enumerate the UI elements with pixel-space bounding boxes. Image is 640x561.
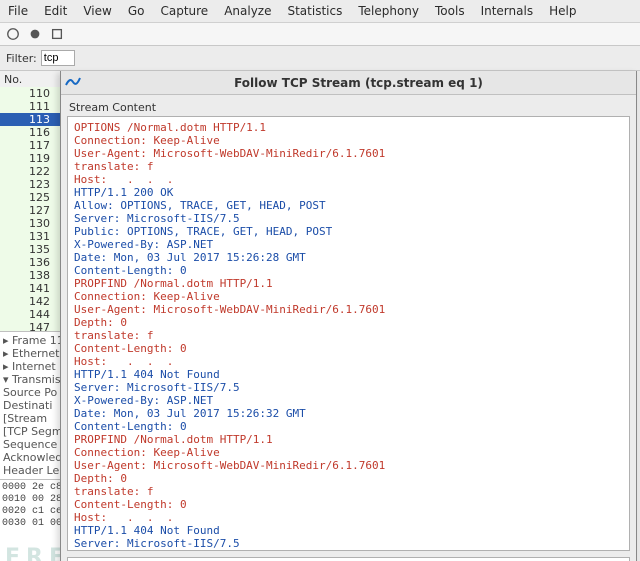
menu-internals[interactable]: Internals [479, 2, 536, 20]
wireshark-icon [65, 73, 81, 92]
packet-row[interactable]: 141 [0, 282, 60, 295]
filter-input[interactable] [41, 50, 75, 66]
toolbar-btn-1[interactable] [4, 25, 22, 43]
menu-edit[interactable]: Edit [42, 2, 69, 20]
filter-label: Filter: [6, 52, 37, 65]
packet-row[interactable]: 123 [0, 178, 60, 191]
menu-capture[interactable]: Capture [158, 2, 210, 20]
stream-segment: PROPFIND /Normal.dotm HTTP/1.1 Connectio… [74, 277, 623, 368]
packet-row[interactable]: 131 [0, 230, 60, 243]
menu-view[interactable]: View [81, 2, 113, 20]
main-toolbar [0, 23, 640, 46]
stream-content-label: Stream Content [67, 97, 630, 116]
toolbar-btn-2[interactable] [26, 25, 44, 43]
filter-row: Filter: [0, 46, 640, 71]
packet-row[interactable]: 116 [0, 126, 60, 139]
stream-segment: HTTP/1.1 200 OK Allow: OPTIONS, TRACE, G… [74, 186, 623, 277]
stream-segment: HTTP/1.1 404 Not Found Server: Microsoft… [74, 368, 623, 433]
menu-analyze[interactable]: Analyze [222, 2, 273, 20]
packet-row[interactable]: 117 [0, 139, 60, 152]
stream-text[interactable]: OPTIONS /Normal.dotm HTTP/1.1 Connection… [67, 116, 630, 551]
menu-tools[interactable]: Tools [433, 2, 467, 20]
packet-row[interactable]: 138 [0, 269, 60, 282]
menu-telephony[interactable]: Telephony [356, 2, 421, 20]
menu-go[interactable]: Go [126, 2, 147, 20]
dialog-title: Follow TCP Stream (tcp.stream eq 1) [85, 76, 632, 90]
stream-segment: PROPFIND /Normal.dotm HTTP/1.1 Connectio… [74, 433, 623, 524]
packet-row[interactable]: 144 [0, 308, 60, 321]
packet-row[interactable]: 127 [0, 204, 60, 217]
conversation-select[interactable]: Entire conversation (2750 bytes) ▾ [67, 557, 630, 561]
menubar: File Edit View Go Capture Analyze Statistics Te… [0, 0, 640, 23]
packet-row[interactable]: 111 [0, 100, 60, 113]
toolbar-btn-3[interactable] [48, 25, 66, 43]
packet-row[interactable]: 135 [0, 243, 60, 256]
menu-file[interactable]: File [6, 2, 30, 20]
packet-row[interactable]: 110 [0, 87, 60, 100]
packet-row[interactable]: 113 [0, 113, 60, 126]
packet-row[interactable]: 130 [0, 217, 60, 230]
follow-tcp-dialog: Follow TCP Stream (tcp.stream eq 1) Stre… [60, 71, 637, 561]
packet-row[interactable]: 136 [0, 256, 60, 269]
packet-row[interactable]: 142 [0, 295, 60, 308]
dialog-titlebar[interactable]: Follow TCP Stream (tcp.stream eq 1) [61, 71, 636, 95]
packet-row[interactable]: 122 [0, 165, 60, 178]
packet-row[interactable]: 119 [0, 152, 60, 165]
menu-help[interactable]: Help [547, 2, 578, 20]
stream-segment: HTTP/1.1 404 Not Found Server: Microsoft… [74, 524, 623, 551]
stream-segment: OPTIONS /Normal.dotm HTTP/1.1 Connection… [74, 121, 623, 186]
menu-statistics[interactable]: Statistics [285, 2, 344, 20]
packet-row[interactable]: 125 [0, 191, 60, 204]
